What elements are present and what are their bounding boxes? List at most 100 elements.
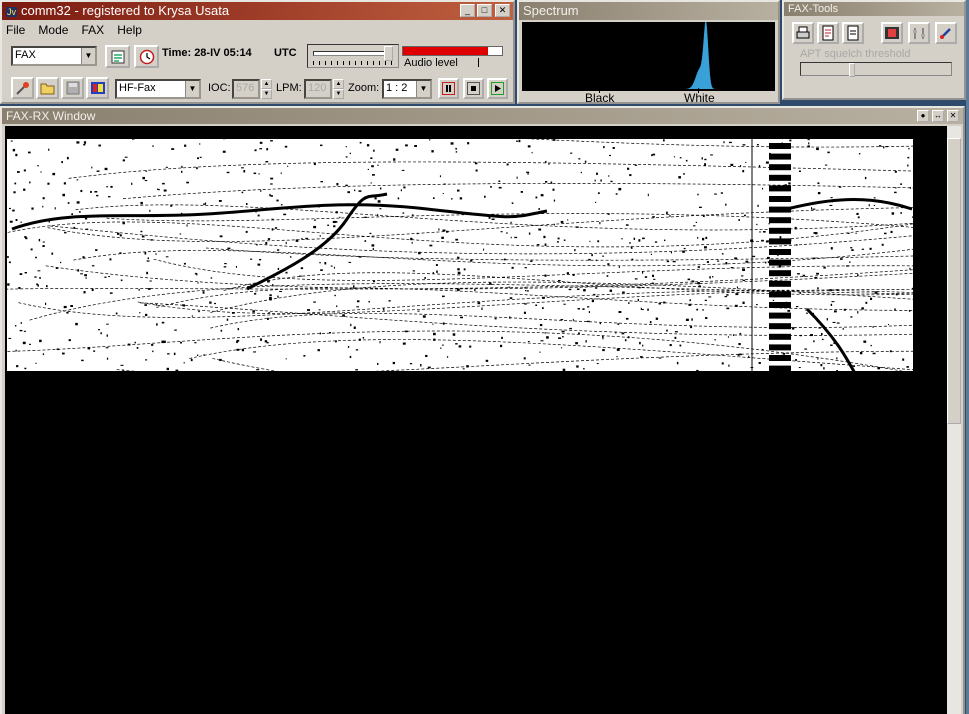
paint-button[interactable] <box>935 22 957 44</box>
noise-speck <box>545 160 547 163</box>
main-titlebar[interactable]: Jv comm32 - registered to Krysa Usata <box>2 2 513 20</box>
sync-bar <box>769 355 791 361</box>
fax-canvas[interactable] <box>5 126 947 714</box>
fax-rx-title: FAX-RX Window <box>6 109 96 123</box>
fax-rx-titlebar[interactable]: FAX-RX Window <box>2 108 963 124</box>
lpm-field[interactable]: 120 <box>304 79 332 99</box>
noise-speck <box>436 209 439 212</box>
export-button[interactable] <box>817 22 839 44</box>
noise-speck <box>37 165 39 167</box>
noise-speck <box>725 262 728 265</box>
tune-button[interactable] <box>908 22 930 44</box>
close-button[interactable]: ✕ <box>947 110 959 122</box>
spectrum-title: Spectrum <box>523 3 579 18</box>
noise-speck <box>666 211 668 215</box>
noise-speck <box>277 267 280 270</box>
image-button[interactable] <box>86 77 109 99</box>
noise-speck <box>705 236 708 240</box>
fax-button[interactable] <box>842 22 864 44</box>
noise-speck <box>869 247 872 250</box>
noise-speck <box>824 164 828 166</box>
pin-button[interactable]: ● <box>917 110 929 122</box>
restore-button[interactable]: ↔ <box>932 110 944 122</box>
volume-slider-thumb[interactable] <box>384 46 393 61</box>
fax-tools-titlebar[interactable]: FAX-Tools <box>784 2 964 16</box>
filmstrip-button[interactable] <box>881 22 903 44</box>
noise-speck <box>765 261 767 264</box>
noise-speck <box>54 207 56 210</box>
noise-speck <box>317 349 320 352</box>
noise-speck <box>14 182 17 185</box>
minimize-button[interactable]: _ <box>460 4 475 17</box>
noise-speck <box>544 274 547 277</box>
noise-speck <box>567 219 569 221</box>
menu-fax[interactable]: FAX <box>82 23 105 37</box>
sync-bar <box>769 153 791 160</box>
play-button[interactable] <box>487 78 508 99</box>
noise-speck <box>514 236 518 239</box>
noise-speck <box>364 216 367 218</box>
noise-speck <box>459 197 463 200</box>
print-button[interactable] <box>792 22 814 44</box>
maximize-button[interactable]: □ <box>477 4 492 17</box>
chevron-down-icon[interactable]: ▼ <box>81 48 95 64</box>
vertical-scrollbar[interactable] <box>947 126 961 714</box>
chevron-down-icon[interactable]: ▼ <box>185 81 199 97</box>
clock-button[interactable] <box>134 45 159 68</box>
noise-speck <box>64 231 67 234</box>
squelch-slider[interactable] <box>800 62 952 77</box>
noise-speck <box>145 359 148 361</box>
settings-button[interactable] <box>105 45 130 68</box>
noise-speck <box>485 359 489 362</box>
mode-select[interactable]: FAX ▼ <box>11 46 97 66</box>
open-button[interactable] <box>36 77 59 99</box>
noise-speck <box>756 223 758 226</box>
scrollbar-thumb[interactable] <box>947 138 961 424</box>
noise-speck <box>246 203 248 205</box>
sync-bar <box>769 291 791 298</box>
noise-speck <box>134 341 136 344</box>
noise-speck <box>602 349 605 352</box>
noise-speck <box>789 139 792 142</box>
menu-file[interactable]: File <box>6 23 25 37</box>
noise-speck <box>702 214 705 218</box>
noise-speck <box>516 140 519 142</box>
profile-select[interactable]: HF-Fax ▼ <box>115 79 201 99</box>
ioc-stepper-up[interactable]: ▲ <box>261 79 272 89</box>
chevron-down-icon[interactable]: ▼ <box>416 81 430 97</box>
noise-speck <box>320 269 323 271</box>
volume-slider[interactable] <box>307 44 399 68</box>
noise-speck <box>161 321 165 324</box>
noise-speck <box>524 287 526 289</box>
lpm-stepper-down[interactable]: ▼ <box>333 89 344 99</box>
sync-bar <box>769 238 791 245</box>
tools-button[interactable] <box>11 77 34 99</box>
noise-speck <box>761 349 764 351</box>
noise-speck <box>163 189 167 192</box>
noise-speck <box>335 340 337 343</box>
lpm-stepper-up[interactable]: ▲ <box>333 79 344 89</box>
noise-speck <box>594 179 596 182</box>
noise-speck <box>467 142 470 145</box>
noise-speck <box>350 323 352 327</box>
noise-speck <box>13 191 16 194</box>
noise-speck <box>226 318 229 321</box>
save-button[interactable] <box>61 77 84 99</box>
noise-speck <box>698 206 702 209</box>
noise-speck <box>214 302 216 305</box>
noise-speck <box>524 267 527 269</box>
spectrum-titlebar[interactable]: Spectrum <box>519 2 778 20</box>
menu-mode[interactable]: Mode <box>38 23 68 37</box>
stop-button[interactable] <box>463 78 484 99</box>
noise-speck <box>148 288 151 290</box>
pause-button[interactable] <box>438 78 459 99</box>
close-button[interactable]: ✕ <box>495 4 510 17</box>
ioc-field[interactable]: 576 <box>232 79 260 99</box>
noise-speck <box>145 313 148 316</box>
ioc-stepper-down[interactable]: ▼ <box>261 89 272 99</box>
squelch-slider-thumb[interactable] <box>849 63 855 77</box>
noise-speck <box>881 243 884 246</box>
menu-help[interactable]: Help <box>117 23 142 37</box>
zoom-select[interactable]: 1 : 2 ▼ <box>382 79 432 99</box>
noise-speck <box>870 344 872 347</box>
